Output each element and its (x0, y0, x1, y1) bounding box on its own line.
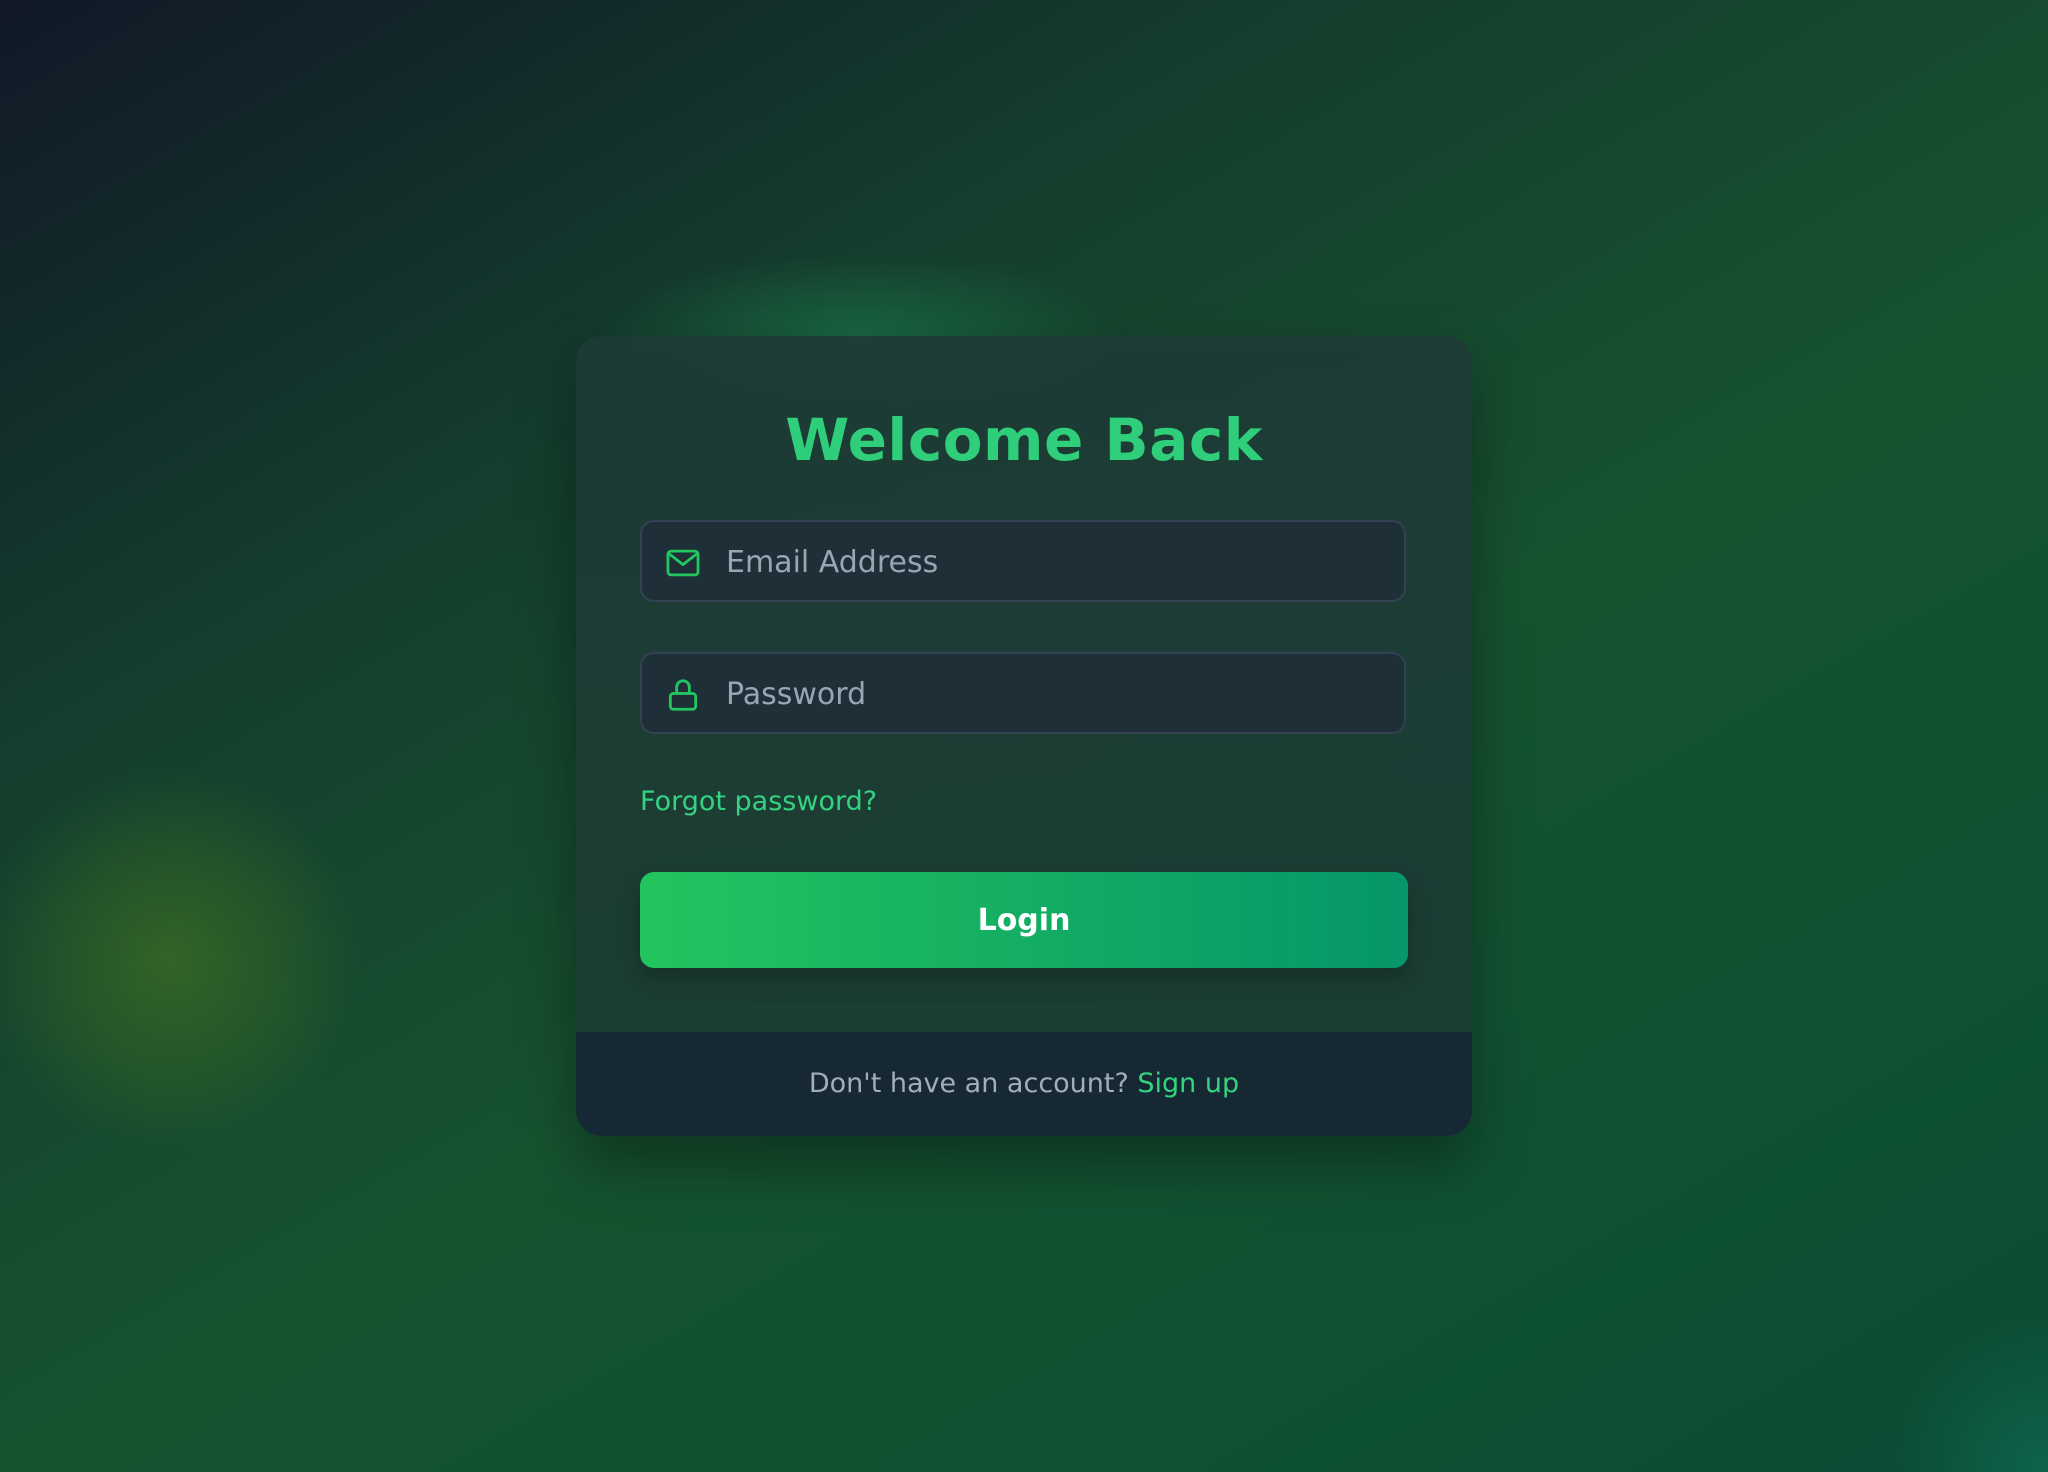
signup-link[interactable]: Sign up (1137, 1068, 1239, 1099)
password-input[interactable] (724, 654, 1388, 734)
email-input[interactable] (724, 522, 1388, 602)
password-field[interactable] (640, 652, 1406, 734)
lock-icon (668, 679, 698, 711)
signup-prompt: Don't have an account? (808, 1068, 1138, 1099)
login-card: Welcome Back Forgot password? Login Don'… (576, 336, 1472, 1136)
signup-footer: Don't have an account? Sign up (576, 1032, 1472, 1136)
login-form: Welcome Back Forgot password? Login (576, 336, 1472, 1032)
login-button[interactable]: Login (640, 872, 1408, 968)
email-field[interactable] (640, 520, 1406, 602)
mail-icon (666, 549, 700, 577)
forgot-password-link[interactable]: Forgot password? (640, 786, 877, 817)
page-title: Welcome Back (785, 406, 1263, 474)
